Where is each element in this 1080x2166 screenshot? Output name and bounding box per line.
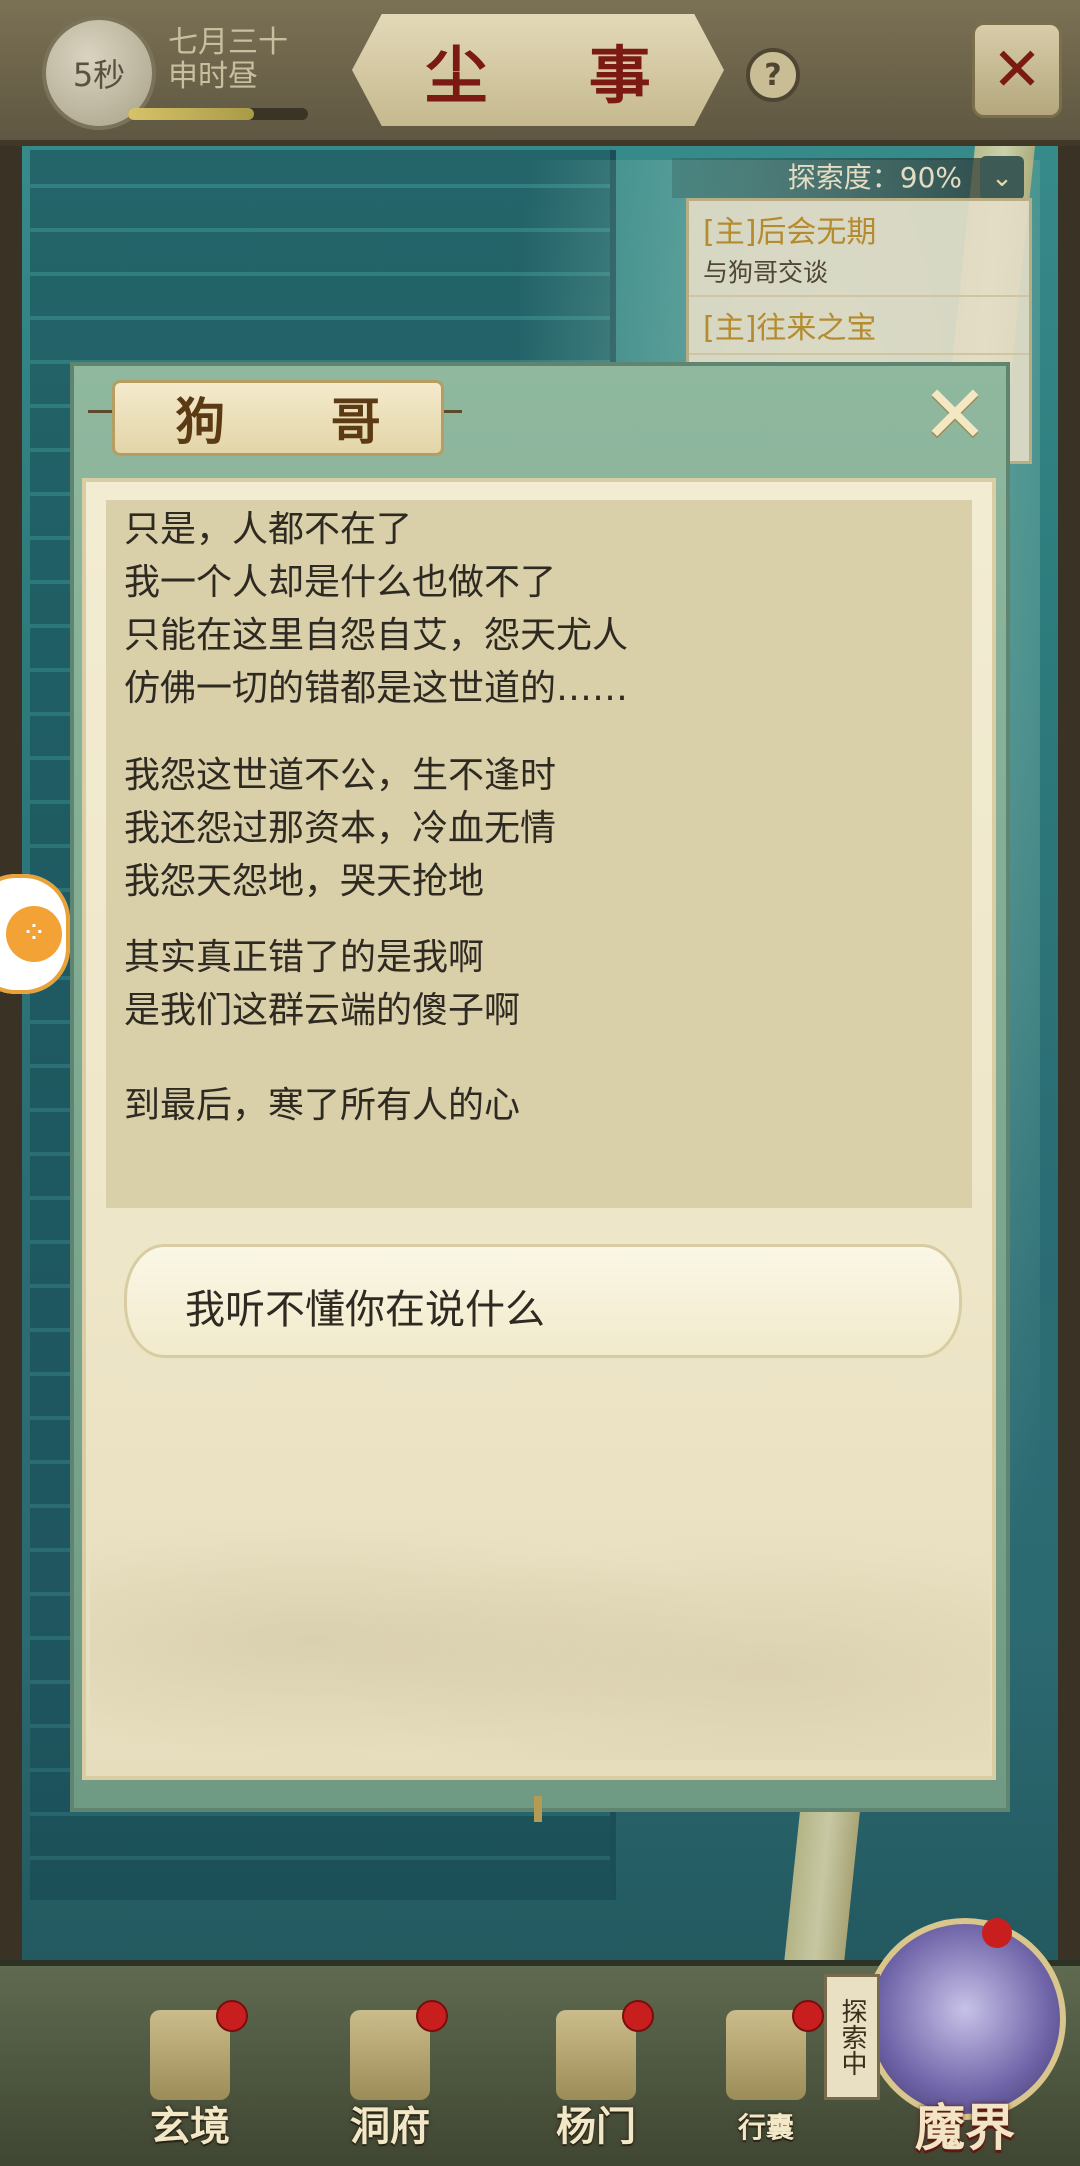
nav-label: 行囊 bbox=[737, 2111, 794, 2144]
close-icon[interactable]: ✕ bbox=[920, 375, 990, 455]
date-line2: 申时昼 bbox=[168, 59, 258, 94]
page-title: 尘 事 bbox=[425, 39, 691, 112]
frame-right bbox=[1058, 110, 1080, 1970]
help-icon[interactable]: ? bbox=[746, 48, 800, 102]
paper-landscape-watermark bbox=[90, 1460, 990, 1760]
nav-item-xuanjing[interactable]: 玄境 bbox=[130, 2000, 250, 2150]
exploration-progress: 探索度：90% bbox=[672, 158, 1022, 198]
frame-left bbox=[0, 110, 22, 1970]
quest-item[interactable]: [主]往来之宝 bbox=[689, 297, 1029, 355]
exploration-text: 探索度：90% bbox=[787, 161, 962, 194]
dialog-line: 我一个人却是什么也做不了 bbox=[124, 562, 557, 603]
time-progress-fill bbox=[128, 108, 254, 120]
dialog-title-plaque: 狗 哥 bbox=[112, 380, 444, 456]
quest-item[interactable]: [主]后会无期 与狗哥交谈 bbox=[689, 201, 1029, 297]
notification-dot bbox=[792, 2000, 824, 2032]
nav-label: 洞府 bbox=[350, 2103, 430, 2150]
notification-dot bbox=[982, 1918, 1012, 1948]
floating-assistant-button[interactable]: ⁘ bbox=[0, 874, 70, 994]
nav-item-dongfu[interactable]: 洞府 bbox=[330, 2000, 450, 2150]
dialog-line: 只能在这里自怨自艾，怨天尤人 bbox=[124, 615, 629, 656]
title-plaque: 尘 事 bbox=[352, 14, 724, 126]
dialog-line: 我还怨过那资本，冷血无情 bbox=[124, 808, 557, 849]
quest-subtitle: 与狗哥交谈 bbox=[703, 258, 829, 287]
fullscreen-button[interactable]: ✕ bbox=[972, 22, 1062, 118]
help-icon-glyph: ? bbox=[764, 57, 782, 93]
nav-label: 杨门 bbox=[556, 2103, 636, 2150]
nav-label: 玄境 bbox=[150, 2103, 230, 2150]
notification-dot bbox=[622, 2000, 654, 2032]
dialog-bottom-ornament bbox=[534, 1796, 542, 1822]
dialog-line: 其实真正错了的是我啊 bbox=[124, 937, 485, 978]
dialog-line: 是我们这群云端的傻子啊 bbox=[124, 990, 521, 1031]
notification-dot bbox=[416, 2000, 448, 2032]
dialog-text-box: 只是，人都不在了 我一个人却是什么也做不了 只能在这里自怨自艾，怨天尤人 仿佛一… bbox=[106, 500, 972, 1208]
nav-item-yangmen[interactable]: 杨门 bbox=[536, 2000, 656, 2150]
answer-option-button[interactable]: 我听不懂你在说什么 bbox=[124, 1244, 962, 1358]
date-line1: 七月三十 bbox=[168, 25, 288, 60]
quest-title: [主]后会无期 bbox=[703, 215, 877, 250]
gamepad-icon: ⁘ bbox=[6, 906, 62, 962]
top-bar: 5秒 七月三十 申时昼 尘 事 ? ✕ bbox=[0, 0, 1080, 146]
dialog-line: 我怨这世道不公，生不逢时 bbox=[124, 755, 557, 796]
dialog-line: 我怨天怨地，哭天抢地 bbox=[124, 861, 485, 902]
dialog-line: 到最后，寒了所有人的心 bbox=[124, 1085, 521, 1126]
notification-dot bbox=[216, 2000, 248, 2032]
dialog-line: 只是，人都不在了 bbox=[124, 509, 413, 550]
answer-option-text: 我听不懂你在说什么 bbox=[185, 1287, 545, 1333]
realm-label: 魔界 bbox=[915, 2098, 1015, 2157]
nav-item-xingnang[interactable]: 行囊 bbox=[706, 2000, 826, 2150]
chevron-down-icon[interactable]: ⌄ bbox=[980, 156, 1024, 200]
exploring-status-tag: 探索中 bbox=[824, 1974, 880, 2100]
game-date: 七月三十 申时昼 bbox=[168, 26, 288, 94]
dialog-line: 仿佛一切的错都是这世道的…… bbox=[124, 668, 629, 709]
expand-icon: ✕ bbox=[991, 35, 1043, 105]
dialog-title: 狗 哥 bbox=[175, 392, 425, 451]
quest-title: [主]往来之宝 bbox=[703, 311, 877, 346]
time-progress-bar bbox=[128, 108, 308, 120]
timer-text: 5秒 bbox=[72, 56, 126, 94]
